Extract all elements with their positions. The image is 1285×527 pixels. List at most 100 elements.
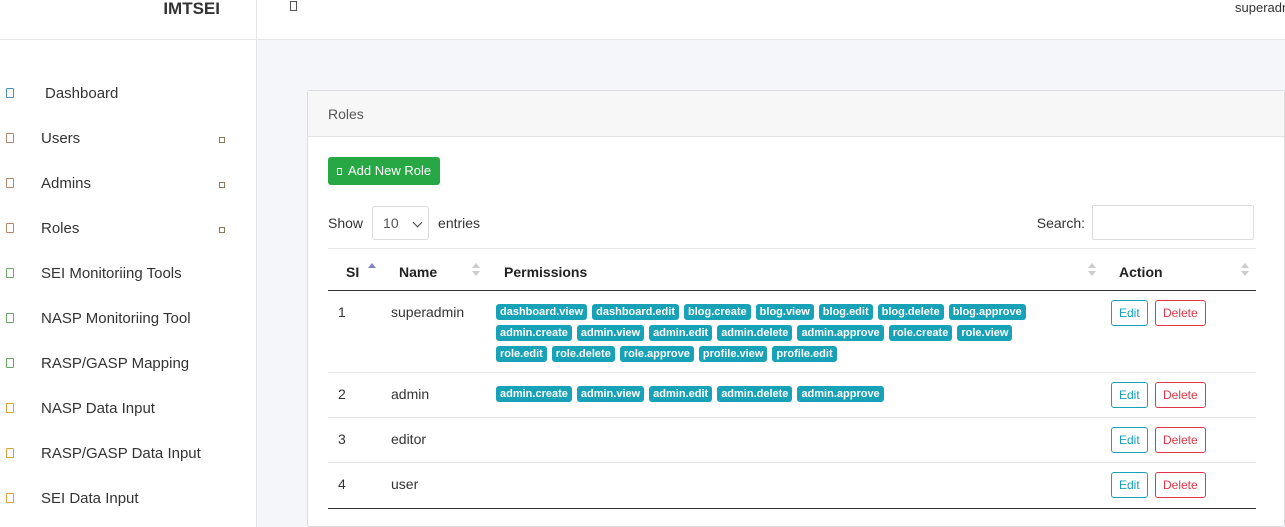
table-header: SI Name Permissions Action	[328, 248, 1256, 291]
row-si: 1	[338, 304, 346, 320]
table-row: 1 superadmin dashboard.view dashboard.edit b…	[328, 291, 1256, 373]
sidebar-item-label: SEI Monitoriing Tools	[41, 265, 182, 282]
column-header-action[interactable]: Action	[1119, 264, 1163, 280]
permission-badge: admin.create	[496, 325, 572, 341]
column-header-name[interactable]: Name	[399, 264, 437, 280]
sort-asc-icon[interactable]	[368, 263, 376, 277]
permission-badge: blog.view	[755, 304, 814, 320]
search-label: Search:	[1036, 214, 1085, 231]
permission-badge: profile.view	[698, 346, 768, 362]
chevron-icon	[219, 182, 225, 188]
permission-badge: role.view	[957, 325, 1013, 341]
add-new-role-label: Add New Role	[348, 163, 432, 178]
search-control: Search:	[1037, 205, 1254, 240]
row-si: 3	[338, 431, 346, 447]
sidebar-item-dashboard[interactable]: Dashboard	[0, 83, 257, 105]
add-new-role-button[interactable]: Add New Role	[328, 157, 441, 185]
permission-badge: blog.approve	[948, 304, 1026, 320]
roles-card: Roles Add New Role Show 10 entries Searc…	[307, 90, 1285, 527]
sidebar-item-label: NASP Data Input	[41, 400, 155, 417]
sidebar-item-label: Dashboard	[45, 85, 119, 102]
permission-badge: role.create	[888, 325, 953, 341]
sort-icon[interactable]	[472, 263, 480, 277]
permission-badge: blog.delete	[877, 304, 944, 320]
sidebar-item-label: Admins	[41, 175, 92, 192]
delete-button[interactable]: Delete	[1155, 300, 1206, 326]
edit-button[interactable]: Edit	[1111, 472, 1148, 498]
entries-select[interactable]: 10	[372, 206, 430, 240]
sidebar-item-roles[interactable]: Roles	[0, 218, 257, 240]
sidebar-item-label: RASP/GASP Mapping	[41, 355, 190, 372]
sidebar-item-sei-data-input[interactable]: SEI Data Input	[0, 488, 257, 510]
sort-icon[interactable]	[1088, 263, 1096, 277]
row-si: 4	[338, 476, 346, 492]
sidebar: IMTSEI Dashboard Users Admins Roles SEI Moni…	[0, 0, 257, 527]
permission-badge: dashboard.view	[496, 304, 588, 320]
row-name: superadmin	[391, 304, 465, 320]
entries-length-control: Show 10 entries	[328, 206, 480, 240]
permission-badge: admin.approve	[797, 325, 884, 341]
permission-badge: dashboard.edit	[592, 304, 679, 320]
permission-badge: admin.edit	[649, 386, 713, 402]
permission-badge: admin.create	[496, 386, 572, 402]
menu-item-icon	[6, 178, 14, 188]
sidebar-item-rasp-gasp-mapping[interactable]: RASP/GASP Mapping	[0, 353, 257, 375]
column-header-si[interactable]: SI	[346, 264, 359, 280]
table-row: 3 editor Edit Delete	[328, 418, 1256, 463]
entries-select-value: 10	[383, 215, 399, 231]
delete-button[interactable]: Delete	[1155, 382, 1206, 408]
row-si: 2	[338, 386, 346, 402]
menu-item-icon	[6, 358, 14, 368]
card-title: Roles	[308, 91, 1284, 137]
topbar: superadmin	[257, 0, 1285, 40]
permission-badge: profile.edit	[772, 346, 837, 362]
permission-badge: admin.approve	[797, 386, 884, 402]
table-row: 2 admin admin.create admin.view admin.edit ad…	[328, 373, 1256, 418]
sidebar-item-rasp-gasp-data-input[interactable]: RASP/GASP Data Input	[0, 443, 257, 465]
brand-logo[interactable]: IMTSEI	[0, 0, 256, 40]
search-input[interactable]	[1092, 205, 1254, 240]
show-label: Show	[328, 215, 364, 231]
permission-badge: role.delete	[551, 346, 615, 362]
table-bottom-border	[328, 508, 1256, 509]
row-name: admin	[391, 386, 430, 402]
chevron-down-icon	[412, 217, 423, 228]
sidebar-item-users[interactable]: Users	[0, 128, 257, 150]
sidebar-item-admins[interactable]: Admins	[0, 173, 257, 195]
permission-badge: blog.edit	[818, 304, 873, 320]
edit-button[interactable]: Edit	[1111, 427, 1148, 453]
sidebar-item-sei-monitoriing-tools[interactable]: SEI Monitoriing Tools	[0, 263, 257, 285]
permission-badge: admin.edit	[649, 325, 713, 341]
row-name: editor	[391, 431, 427, 447]
permission-badge: role.edit	[496, 346, 547, 362]
delete-button[interactable]: Delete	[1155, 427, 1206, 453]
sidebar-item-label: RASP/GASP Data Input	[41, 445, 201, 462]
permission-badge: blog.create	[683, 304, 751, 320]
permission-badge: admin.delete	[717, 325, 793, 341]
entries-label: entries	[438, 215, 481, 231]
edit-button[interactable]: Edit	[1111, 382, 1148, 408]
sidebar-item-label: SEI Data Input	[41, 490, 139, 507]
column-header-permissions[interactable]: Permissions	[504, 264, 587, 280]
menu-toggle-icon[interactable]	[290, 1, 297, 11]
edit-button[interactable]: Edit	[1111, 300, 1148, 326]
sidebar-item-label: Roles	[41, 220, 80, 237]
permissions-list: dashboard.view dashboard.edit blog.create b…	[496, 304, 1056, 362]
chevron-icon	[219, 227, 225, 233]
user-menu[interactable]: superadmin	[1235, 0, 1285, 15]
permission-badge: admin.view	[576, 386, 645, 402]
menu-item-icon	[6, 133, 14, 143]
permissions-list: admin.create admin.view admin.edit admin.de…	[496, 386, 1056, 402]
delete-button[interactable]: Delete	[1155, 472, 1206, 498]
chevron-icon	[219, 137, 225, 143]
menu-item-icon	[6, 223, 14, 233]
sidebar-item-label: Users	[41, 130, 81, 147]
sidebar-item-nasp-data-input[interactable]: NASP Data Input	[0, 398, 257, 420]
sidebar-item-nasp-monitoriing-tool[interactable]: NASP Monitoriing Tool	[0, 308, 257, 330]
row-name: user	[391, 476, 419, 492]
sort-icon[interactable]	[1241, 263, 1249, 277]
plus-icon	[337, 168, 342, 175]
sidebar-item-label: NASP Monitoriing Tool	[41, 310, 191, 327]
menu-item-icon	[6, 493, 14, 503]
menu-item-icon	[6, 268, 14, 278]
